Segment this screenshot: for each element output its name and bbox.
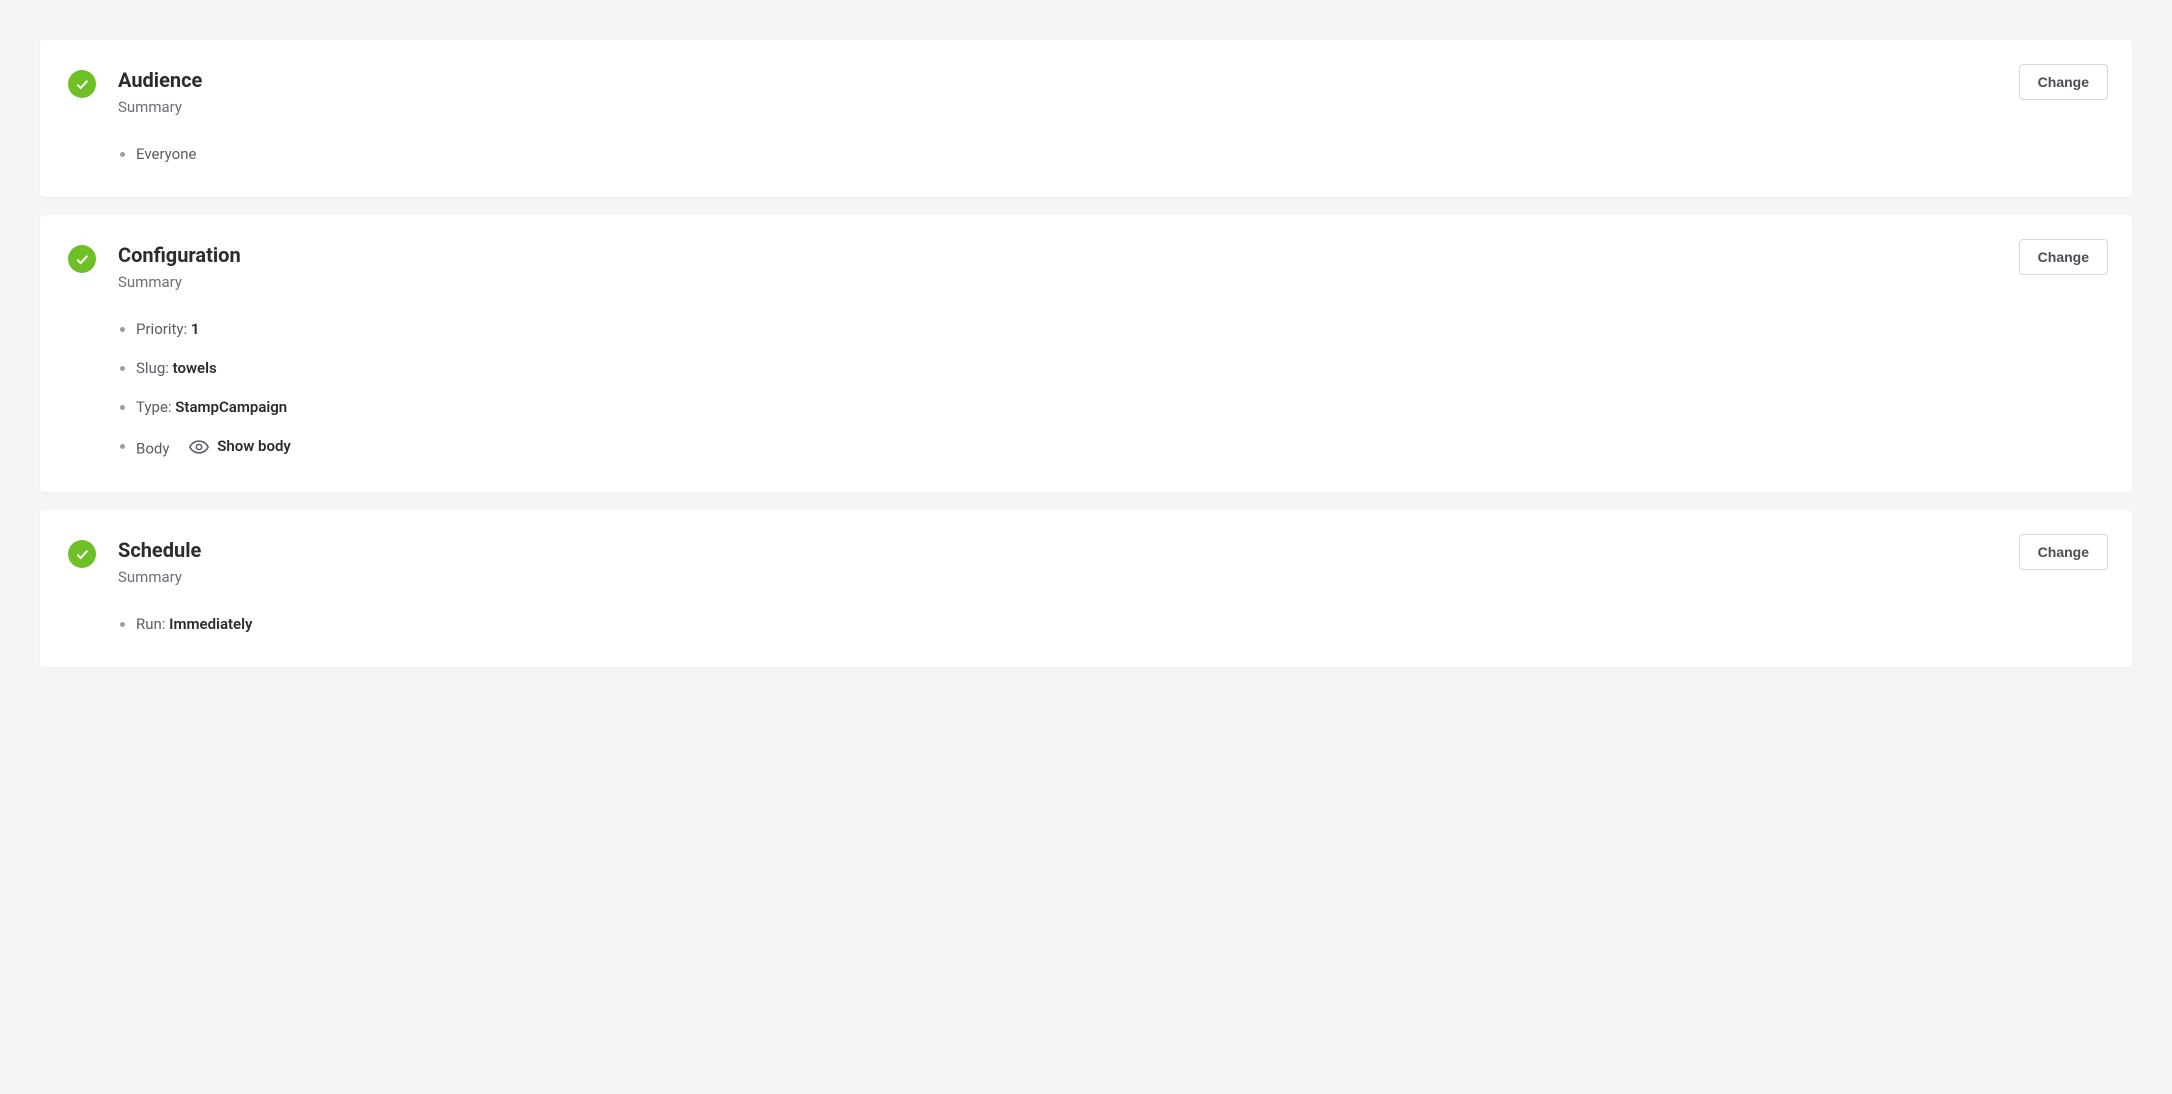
list-item: Everyone bbox=[120, 144, 2104, 165]
run-label: Run: bbox=[136, 615, 169, 633]
configuration-subtitle: Summary bbox=[118, 273, 2104, 291]
type-value: StampCampaign bbox=[175, 398, 287, 416]
list-item: Type: StampCampaign bbox=[120, 397, 2104, 418]
eye-icon bbox=[189, 440, 209, 454]
configuration-change-button[interactable]: Change bbox=[2019, 239, 2108, 275]
audience-summary-list: Everyone bbox=[118, 144, 2104, 165]
schedule-title: Schedule bbox=[118, 538, 2104, 562]
show-body-text: Show body bbox=[217, 436, 291, 457]
schedule-change-button[interactable]: Change bbox=[2019, 534, 2108, 570]
run-value: Immediately bbox=[169, 615, 252, 633]
body-label: Body bbox=[136, 440, 169, 458]
slug-value: towels bbox=[173, 359, 217, 377]
check-circle-icon bbox=[68, 245, 96, 273]
slug-label: Slug: bbox=[136, 359, 173, 377]
configuration-summary-list: Priority: 1 Slug: towels Type: StampCamp… bbox=[118, 319, 2104, 460]
configuration-content: Configuration Summary Priority: 1 Slug: … bbox=[118, 243, 2104, 460]
priority-value: 1 bbox=[191, 320, 200, 338]
audience-change-button[interactable]: Change bbox=[2019, 64, 2108, 100]
audience-subtitle: Summary bbox=[118, 98, 2104, 116]
audience-card: Audience Summary Everyone Change bbox=[40, 40, 2132, 197]
priority-label: Priority: bbox=[136, 320, 191, 338]
check-circle-icon bbox=[68, 70, 96, 98]
audience-content: Audience Summary Everyone bbox=[118, 68, 2104, 165]
configuration-title: Configuration bbox=[118, 243, 2104, 267]
schedule-content: Schedule Summary Run: Immediately bbox=[118, 538, 2104, 635]
list-item: Body Show body bbox=[120, 436, 2104, 460]
schedule-subtitle: Summary bbox=[118, 568, 2104, 586]
audience-title: Audience bbox=[118, 68, 2104, 92]
show-body-link[interactable]: Show body bbox=[189, 436, 291, 457]
configuration-card: Configuration Summary Priority: 1 Slug: … bbox=[40, 215, 2132, 492]
list-item: Priority: 1 bbox=[120, 319, 2104, 340]
audience-everyone: Everyone bbox=[136, 145, 196, 163]
list-item: Slug: towels bbox=[120, 358, 2104, 379]
schedule-summary-list: Run: Immediately bbox=[118, 614, 2104, 635]
list-item: Run: Immediately bbox=[120, 614, 2104, 635]
type-label: Type: bbox=[136, 398, 175, 416]
check-circle-icon bbox=[68, 540, 96, 568]
schedule-card: Schedule Summary Run: Immediately Change bbox=[40, 510, 2132, 667]
